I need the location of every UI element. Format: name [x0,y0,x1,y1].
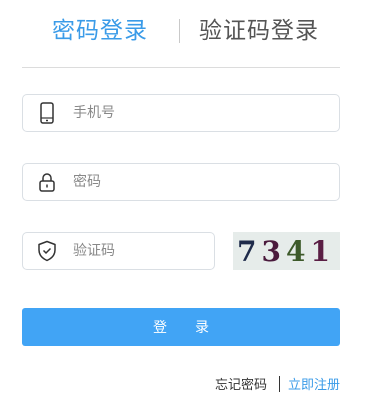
forgot-password-link[interactable]: 忘记密码 [215,378,267,393]
tabs-underline-divider [22,67,340,68]
password-input[interactable] [73,164,328,200]
tab-password-login[interactable]: 密码登录 [52,14,148,48]
login-button[interactable]: 登录 [22,308,340,346]
captcha-digit: 1 [310,235,334,268]
login-tabs: 密码登录 验证码登录 [0,14,368,50]
tab-divider [179,19,180,43]
phone-icon [36,102,58,124]
shield-check-icon [36,240,58,262]
captcha-digit: 4 [286,235,310,268]
lock-icon [36,171,58,193]
bottom-links: 忘记密码 立即注册 [215,376,340,395]
phone-input[interactable] [73,95,328,131]
register-link[interactable]: 立即注册 [288,378,340,393]
tab-sms-login[interactable]: 验证码登录 [199,14,319,48]
password-field [22,163,340,201]
captcha-input[interactable] [73,233,208,269]
captcha-image[interactable]: 7341 [233,232,340,270]
phone-field [22,94,340,132]
captcha-field [22,232,215,270]
captcha-digit: 7 [237,235,261,268]
link-separator [278,376,280,392]
captcha-code-text: 7341 [237,235,335,268]
captcha-digit: 3 [262,235,286,268]
